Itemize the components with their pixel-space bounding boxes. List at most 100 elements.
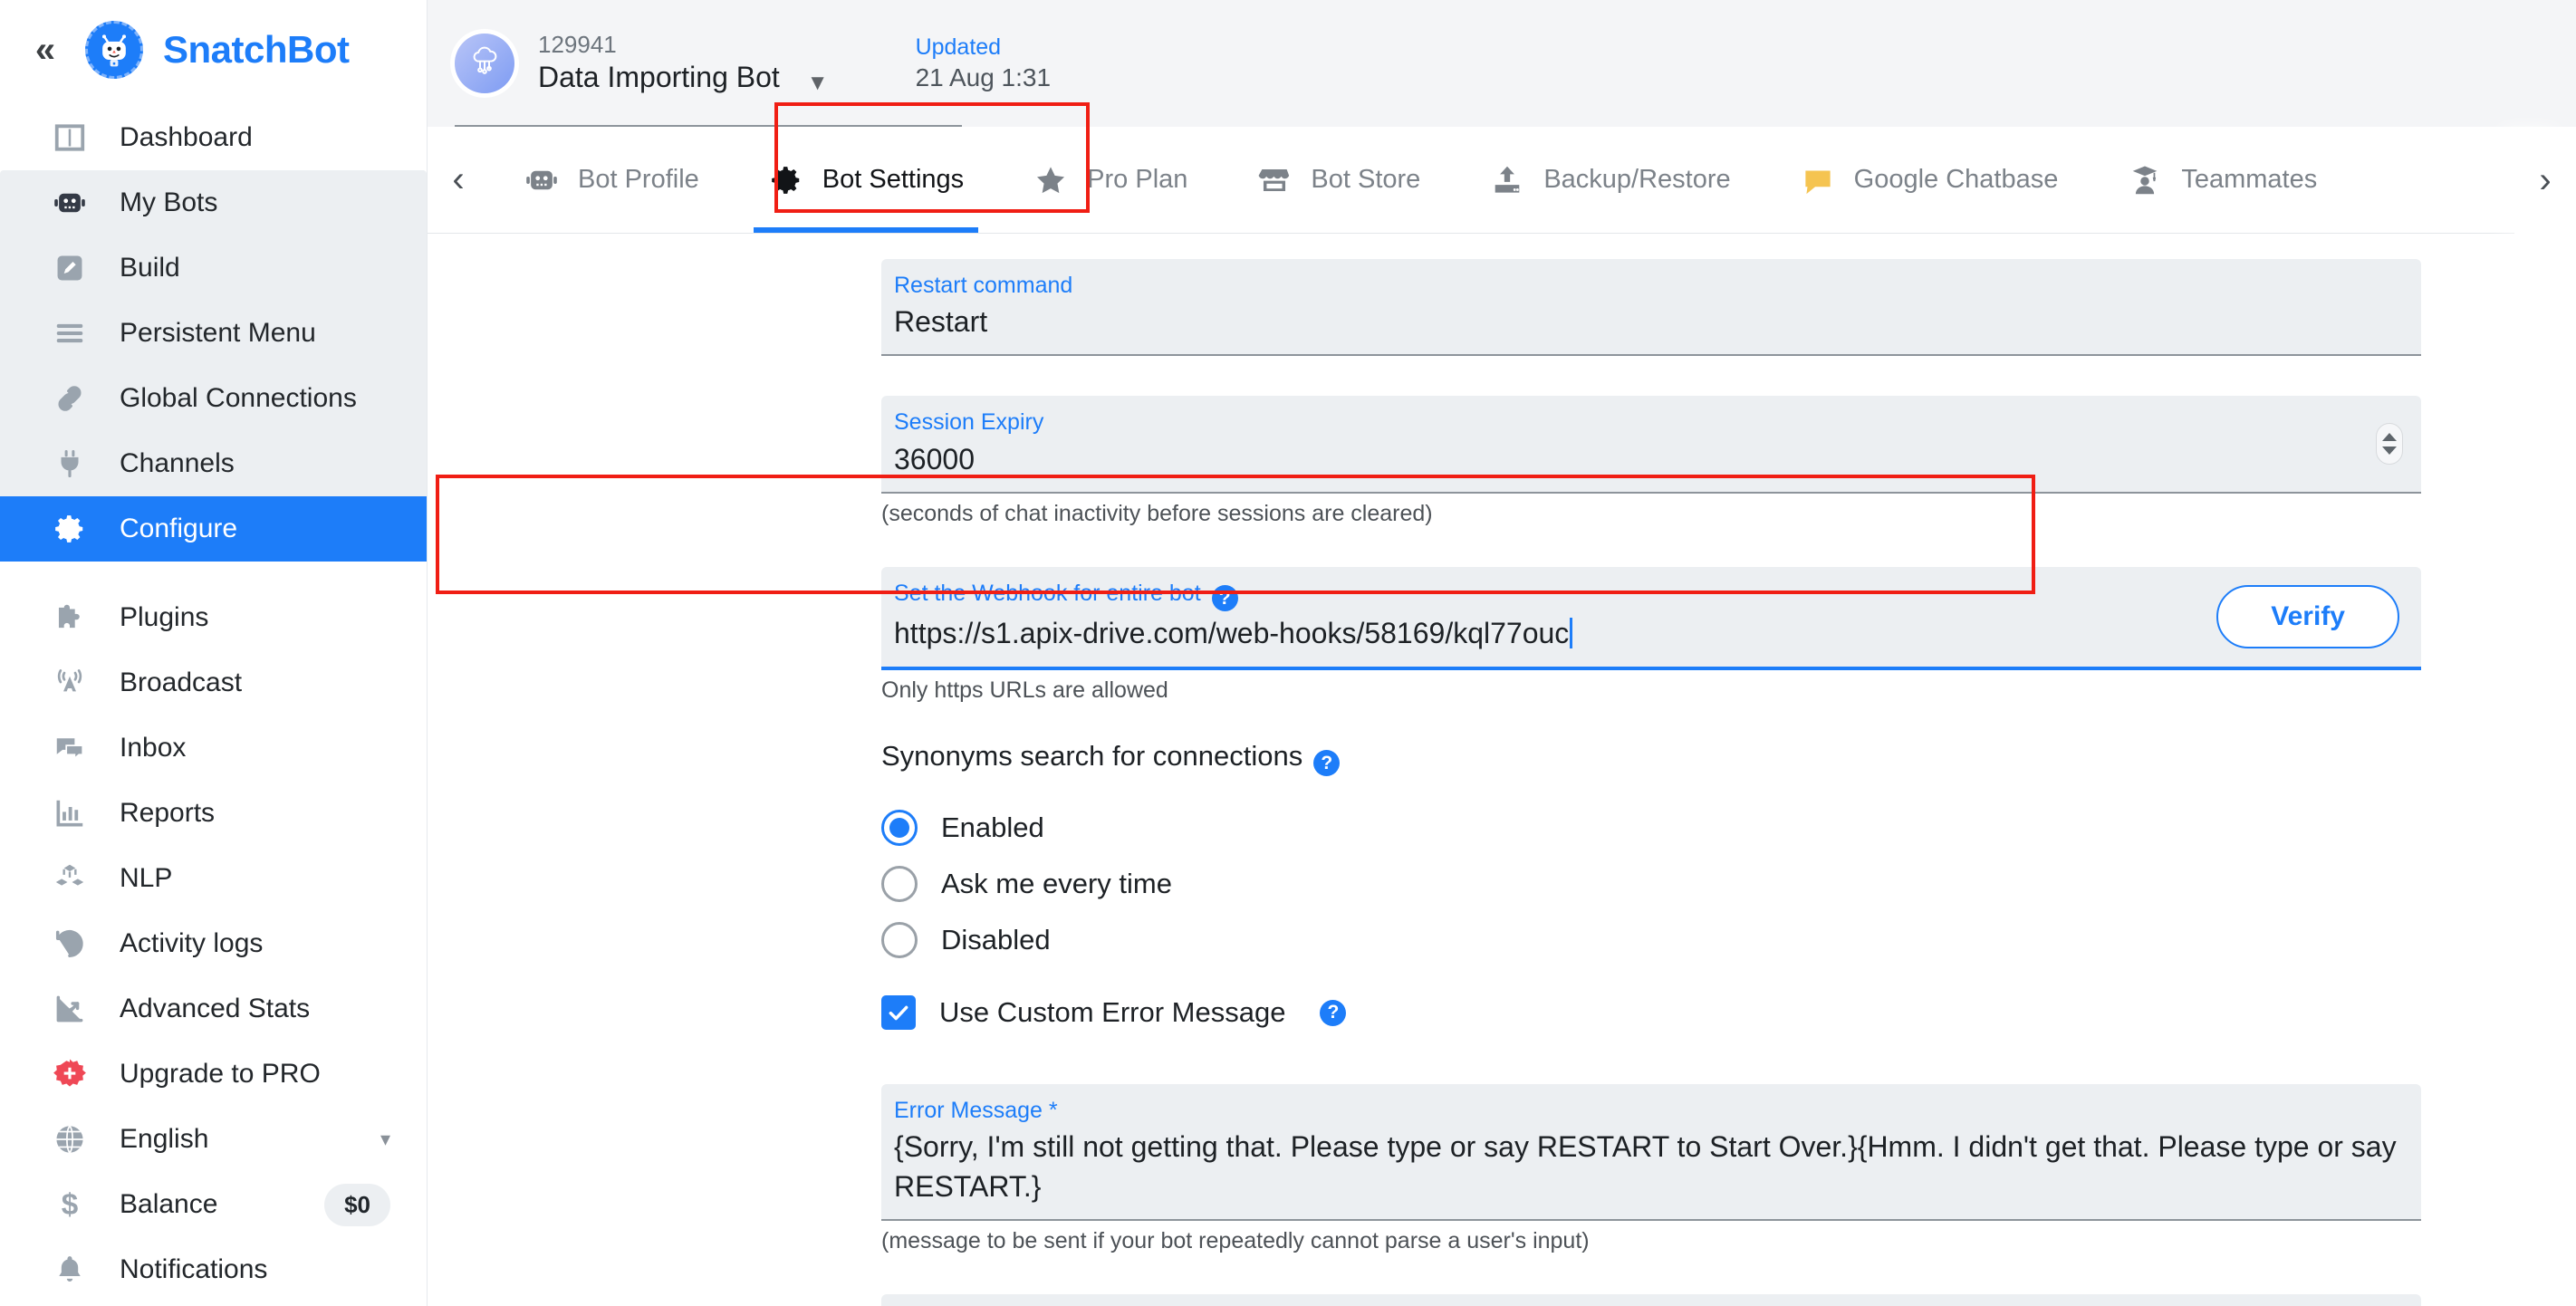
radio-option-enabled[interactable]: Enabled <box>881 800 2576 856</box>
main-panel: 129941 Data Importing Bot ▼ Updated 21 A… <box>428 0 2576 1306</box>
brand-name: SnatchBot <box>163 28 350 71</box>
star-icon <box>1033 162 1069 198</box>
sidebar-item-broadcast[interactable]: Broadcast <box>0 650 427 715</box>
updated-label: Updated <box>915 34 1002 60</box>
session-expiry-stepper[interactable] <box>2376 423 2403 466</box>
sidebar-item-my-bots[interactable]: My Bots <box>0 170 427 235</box>
tab-label: Teammates <box>2181 165 2318 194</box>
sidebar-item-reports[interactable]: Reports <box>0 781 427 846</box>
restart-command-input[interactable]: Restart command Restart <box>881 259 2421 357</box>
tab-bot-store[interactable]: Bot Store <box>1222 127 1455 233</box>
field-helper-text: (message to be sent if your bot repeated… <box>881 1227 1590 1253</box>
help-icon[interactable]: ? <box>1211 585 1238 612</box>
session-expiry-input[interactable]: Session Expiry 36000 <box>881 396 2421 494</box>
sidebar-item-label: Advanced Stats <box>120 994 311 1023</box>
sidebar-item-activity-logs[interactable]: Activity logs <box>0 911 427 976</box>
sidebar-item-channels[interactable]: Channels <box>0 431 427 496</box>
radio-icon <box>881 866 918 903</box>
trend-chart-icon <box>51 990 89 1028</box>
sidebar-item-nlp[interactable]: NLP <box>0 846 427 911</box>
sidebar-item-global-connections[interactable]: Global Connections <box>0 366 427 431</box>
pencil-icon <box>51 249 89 287</box>
use-custom-error-message-checkbox[interactable]: Use Custom Error Message ? <box>881 981 2576 1044</box>
bell-icon <box>51 1251 89 1289</box>
radio-icon <box>881 810 918 847</box>
chatbase-icon <box>1800 162 1836 198</box>
synonyms-section-title: Synonyms search for connections? <box>881 740 2576 777</box>
chat-icon <box>51 729 89 767</box>
radio-option-ask-me-every-time[interactable]: Ask me every time <box>881 856 2576 912</box>
sidebar-item-label: English <box>120 1124 209 1154</box>
bot-header: 129941 Data Importing Bot ▼ Updated 21 A… <box>428 0 2576 127</box>
sidebar-item-inbox[interactable]: Inbox <box>0 715 427 781</box>
tab-label: Bot Store <box>1311 165 1421 194</box>
restart-command-field: Restart command Restart <box>881 259 2421 357</box>
webhook-input[interactable]: Set the Webhook for entire bot? https://… <box>894 580 2180 654</box>
broadcast-icon <box>51 664 89 702</box>
help-icon[interactable]: ? <box>1313 750 1341 777</box>
sidebar-item-label: Channels <box>120 448 235 478</box>
field-label: Restart command <box>894 273 1073 298</box>
svg-text:$: $ <box>62 1188 79 1222</box>
tab-label: Bot Settings <box>822 165 965 194</box>
tab-bot-settings[interactable]: Bot Settings <box>734 127 998 233</box>
sidebar-item-label: NLP <box>120 863 173 893</box>
sidebar-item-dashboard[interactable]: Dashboard <box>0 105 427 170</box>
sidebar-item-label: Reports <box>120 798 216 828</box>
error-count-field: Error Count 3 (number of parse attempts … <box>881 1293 2421 1306</box>
sidebar-item-label: Inbox <box>120 733 187 763</box>
sidebar-item-label: Activity logs <box>120 928 264 958</box>
section-title-text: Synonyms search for connections <box>881 739 1303 772</box>
verify-button[interactable]: Verify <box>2216 584 2399 648</box>
sidebar-item-balance[interactable]: $ Balance $0 <box>0 1172 427 1237</box>
upgrade-burst-icon <box>51 1055 89 1093</box>
sidebar-item-configure[interactable]: Configure <box>0 496 427 562</box>
sidebar-item-advanced-stats[interactable]: Advanced Stats <box>0 976 427 1042</box>
sidebar-item-upgrade-to-pro[interactable]: Upgrade to PRO <box>0 1042 427 1107</box>
tab-bar: ‹ Bot Profile Bot Settings Pro Plan Bot … <box>428 127 2576 234</box>
field-label: Session Expiry <box>894 409 1044 436</box>
help-icon[interactable]: ? <box>1320 999 1347 1026</box>
field-value: https://s1.apix-drive.com/web-hooks/5816… <box>894 614 2180 653</box>
error-message-input[interactable]: Error Message * {Sorry, I'm still not ge… <box>881 1084 2421 1221</box>
status-badge: $0 <box>324 1183 390 1226</box>
tab-teammates[interactable]: Teammates <box>2092 127 2351 233</box>
bot-name: Data Importing Bot <box>538 61 780 94</box>
sidebar-item-build[interactable]: Build <box>0 235 427 301</box>
text-caret <box>1570 618 1573 649</box>
tab-bot-profile[interactable]: Bot Profile <box>489 127 734 233</box>
sidebar-item-persistent-menu[interactable]: Persistent Menu <box>0 301 427 366</box>
tab-backup-restore[interactable]: Backup/Restore <box>1455 127 1764 233</box>
gear-icon <box>51 510 89 548</box>
tab-pro-plan[interactable]: Pro Plan <box>998 127 1222 233</box>
tab-google-chatbase[interactable]: Google Chatbase <box>1765 127 2093 233</box>
field-value: Restart <box>894 305 988 339</box>
checkbox-label: Use Custom Error Message <box>939 996 1286 1029</box>
tab-label: Google Chatbase <box>1853 165 2059 194</box>
tab-label: Backup/Restore <box>1543 165 1731 194</box>
error-count-input[interactable]: Error Count 3 <box>881 1293 2421 1306</box>
sidebar-item-label: Configure <box>120 514 238 543</box>
sidebar-item-english[interactable]: English ▾ <box>0 1107 427 1172</box>
tabs-next-arrow[interactable]: › <box>2514 127 2576 234</box>
webhook-input-row: Set the Webhook for entire bot? https://… <box>881 566 2421 670</box>
sidebar-item-notifications[interactable]: Notifications <box>0 1237 427 1302</box>
bot-meta: 129941 Data Importing Bot <box>538 30 780 97</box>
tabs-prev-arrow[interactable]: ‹ <box>428 127 489 233</box>
sidebar-item-label: Dashboard <box>120 122 253 152</box>
language-dropdown-caret[interactable]: ▾ <box>380 1128 390 1151</box>
sidebar-item-label: Build <box>120 253 180 283</box>
error-message-field: Error Message * {Sorry, I'm still not ge… <box>881 1084 2421 1254</box>
session-expiry-field: Session Expiry 36000 (seconds of chat in… <box>881 396 2421 526</box>
collapse-sidebar-icon[interactable]: « <box>25 32 65 68</box>
sidebar: « SnatchBot Dashboard My Bots Build Pers… <box>0 0 428 1306</box>
webhook-field: Set the Webhook for entire bot? https://… <box>881 566 2421 704</box>
bot-selector-dropdown-icon[interactable]: ▼ <box>807 71 829 96</box>
sidebar-item-label: Balance <box>120 1189 218 1219</box>
bot-updated: Updated 21 Aug 1:31 <box>916 33 1051 95</box>
sidebar-item-plugins[interactable]: Plugins <box>0 585 427 650</box>
radio-option-disabled[interactable]: Disabled <box>881 912 2576 968</box>
